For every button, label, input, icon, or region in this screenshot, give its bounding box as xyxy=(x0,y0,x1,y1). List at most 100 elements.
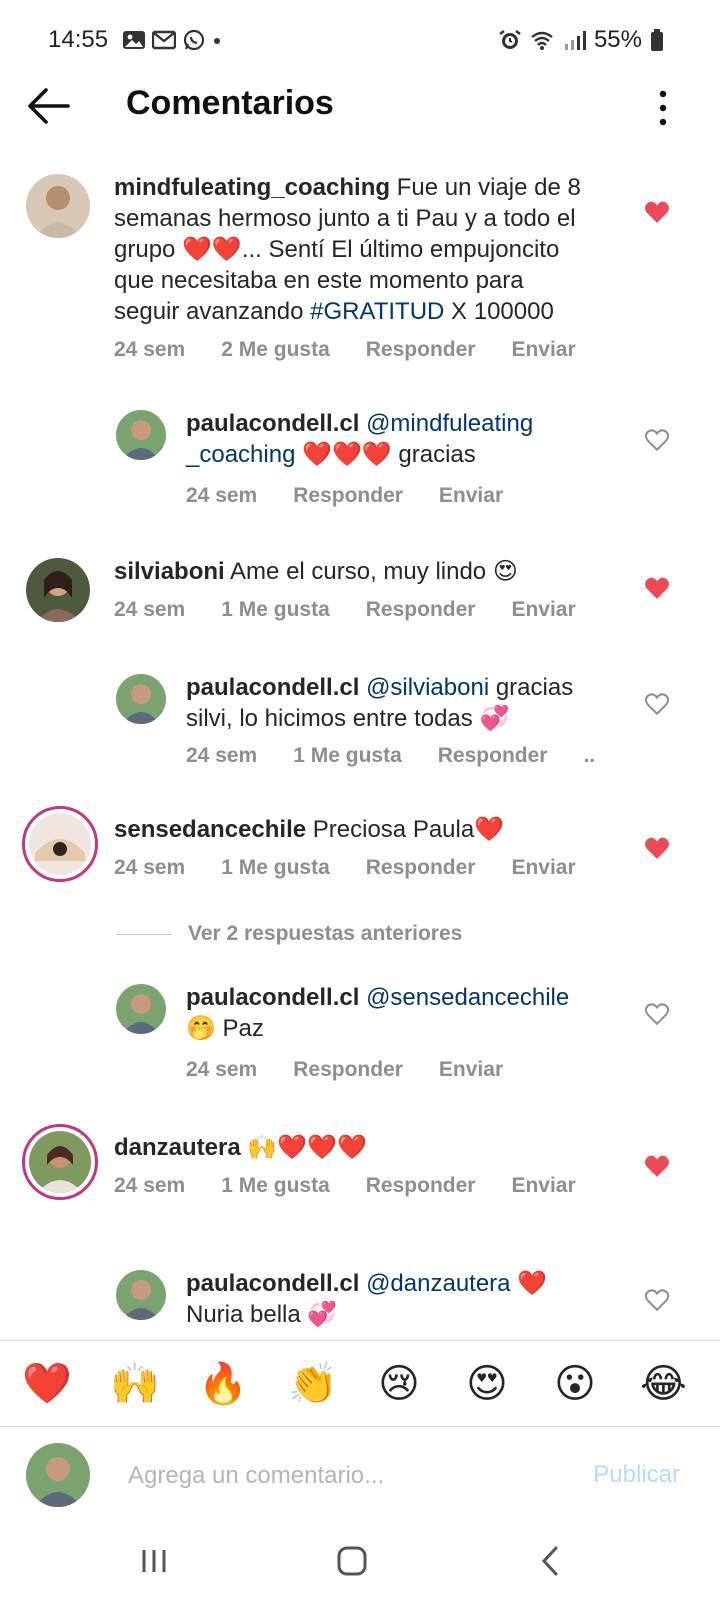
avatar[interactable] xyxy=(116,410,166,460)
username[interactable]: silviaboni xyxy=(114,558,225,585)
divider xyxy=(116,933,172,935)
comment-time: 24 sem xyxy=(186,1058,258,1081)
comment-text: mindfuleating_coaching Fue un viaje de 8… xyxy=(114,174,581,325)
status-right: 55% xyxy=(498,26,664,54)
emoji-raised-hands-button[interactable]: 🙌 xyxy=(110,1361,160,1407)
wifi-icon xyxy=(531,31,553,50)
avatar[interactable] xyxy=(116,984,166,1034)
reply-button[interactable]: Responder xyxy=(293,484,403,508)
comment-meta: 24 sem 1 Me gusta Responder Enviar xyxy=(114,598,612,622)
send-button[interactable]: Enviar xyxy=(511,856,575,880)
comment-composer: Publicar xyxy=(0,1426,720,1527)
avatar[interactable] xyxy=(116,674,166,724)
battery-icon xyxy=(651,29,663,51)
send-button[interactable]: Enviar xyxy=(439,1058,503,1082)
more-options-icon[interactable] xyxy=(648,84,678,132)
whatsapp-icon xyxy=(183,29,205,51)
gallery-icon xyxy=(123,31,145,49)
username[interactable]: paulacondell.cl xyxy=(186,1270,359,1297)
reply-button[interactable]: Responder xyxy=(366,598,476,622)
comment-meta: 24 sem 1 Me gusta Responder .. xyxy=(186,744,631,768)
heart-filled-icon[interactable] xyxy=(644,576,670,600)
username[interactable]: paulacondell.cl xyxy=(186,984,359,1011)
emoji-cry-button[interactable]: 😢 xyxy=(376,1361,422,1407)
likes-count[interactable]: 1 Me gusta xyxy=(221,1174,330,1198)
comment-text: paulacondell.cl @sensedancechile 🤭 Paz xyxy=(186,984,570,1042)
more-actions[interactable]: .. xyxy=(583,744,595,768)
reply-button[interactable]: Responder xyxy=(366,856,476,880)
comment-list: mindfuleating_coaching Fue un viaje de 8… xyxy=(0,160,720,1340)
back-nav-icon[interactable] xyxy=(520,1536,580,1586)
emoji-surprised-button[interactable]: 😮 xyxy=(552,1361,598,1407)
mention-link[interactable]: @sensedancechile xyxy=(366,984,569,1011)
comment-time: 24 sem xyxy=(186,744,258,767)
reply-button[interactable]: Responder xyxy=(366,1174,476,1198)
home-icon[interactable] xyxy=(322,1536,382,1586)
reply-button[interactable]: Responder xyxy=(293,1058,403,1082)
avatar[interactable] xyxy=(26,558,90,622)
emoji-quick-bar: ❤️ 🙌 🔥 👏 😢 😍 😮 😂 xyxy=(0,1340,720,1427)
comment-input[interactable] xyxy=(126,1457,570,1495)
heart-filled-icon[interactable] xyxy=(644,200,670,224)
comment-time: 24 sem xyxy=(186,484,258,507)
alarm-icon xyxy=(499,30,521,49)
username[interactable]: paulacondell.cl xyxy=(186,674,359,701)
reply-button[interactable]: Responder xyxy=(438,744,548,768)
status-time: 14:55 xyxy=(48,26,109,53)
system-nav-bar xyxy=(0,1526,720,1600)
username[interactable]: sensedancechile xyxy=(114,816,306,843)
likes-count[interactable]: 2 Me gusta xyxy=(221,338,330,362)
likes-count[interactable]: 1 Me gusta xyxy=(221,598,330,622)
notification-icons xyxy=(122,29,222,51)
publish-button[interactable]: Publicar xyxy=(593,1461,680,1489)
emoji-heart-eyes-button[interactable]: 😍 xyxy=(464,1361,510,1407)
avatar-story-ring[interactable] xyxy=(22,806,98,882)
username[interactable]: paulacondell.cl xyxy=(186,410,359,437)
emoji-clap-button[interactable]: 👏 xyxy=(288,1361,338,1407)
likes-count[interactable]: 1 Me gusta xyxy=(221,856,330,880)
avatar-story-ring[interactable] xyxy=(22,1124,98,1200)
username[interactable]: mindfuleating_coaching xyxy=(114,174,390,201)
comment-meta: 24 sem Responder Enviar xyxy=(186,1058,539,1082)
page-title: Comentarios xyxy=(126,84,334,122)
avatar[interactable] xyxy=(26,174,90,238)
comment-text: paulacondell.cl @silviaboni gracias silv… xyxy=(186,674,574,732)
dot-icon xyxy=(214,38,220,44)
comment-text: paulacondell.cl @danzautera ❤️ Nuria bel… xyxy=(186,1270,548,1328)
comment-meta: 24 sem 2 Me gusta Responder Enviar xyxy=(114,338,612,362)
heart-outline-icon[interactable] xyxy=(644,692,670,716)
hashtag-link[interactable]: #GRATITUD xyxy=(310,298,444,325)
mention-link[interactable]: @silviaboni xyxy=(366,674,489,701)
send-button[interactable]: Enviar xyxy=(439,484,503,508)
gmail-icon xyxy=(152,30,176,50)
comment-text: paulacondell.cl @mindfuleating _coaching… xyxy=(186,410,534,468)
emoji-fire-button[interactable]: 🔥 xyxy=(198,1361,248,1407)
back-arrow-icon[interactable] xyxy=(24,84,74,128)
signal-icon xyxy=(564,31,586,50)
mention-link[interactable]: _coaching xyxy=(186,441,295,468)
emoji-joy-button[interactable]: 😂 xyxy=(640,1361,687,1407)
likes-count[interactable]: 1 Me gusta xyxy=(293,744,402,768)
emoji-heart-button[interactable]: ❤️ xyxy=(22,1361,72,1407)
mention-link[interactable]: @mindfuleating xyxy=(366,410,533,437)
send-button[interactable]: Enviar xyxy=(511,338,575,362)
heart-outline-icon[interactable] xyxy=(644,1002,670,1026)
comment-time: 24 sem xyxy=(114,598,186,621)
recents-icon[interactable] xyxy=(124,1536,184,1586)
heart-filled-icon[interactable] xyxy=(644,1154,670,1178)
heart-outline-icon[interactable] xyxy=(644,428,670,452)
send-button[interactable]: Enviar xyxy=(511,1174,575,1198)
view-previous-replies[interactable]: Ver 2 respuestas anteriores xyxy=(116,922,462,946)
send-button[interactable]: Enviar xyxy=(511,598,575,622)
avatar[interactable] xyxy=(116,1270,166,1320)
comment-meta: 24 sem 1 Me gusta Responder Enviar xyxy=(114,856,612,880)
heart-outline-icon[interactable] xyxy=(644,1288,670,1312)
username[interactable]: danzautera xyxy=(114,1134,241,1161)
status-bar: 14:55 55% xyxy=(0,0,720,80)
mention-link[interactable]: @danzautera xyxy=(366,1270,510,1297)
reply-button[interactable]: Responder xyxy=(366,338,476,362)
app-bar: Comentarios xyxy=(0,70,720,146)
comment-meta: 24 sem 1 Me gusta Responder Enviar xyxy=(114,1174,612,1198)
heart-filled-icon[interactable] xyxy=(644,836,670,860)
comment-text: danzautera 🙌❤️❤️❤️ xyxy=(114,1134,367,1161)
